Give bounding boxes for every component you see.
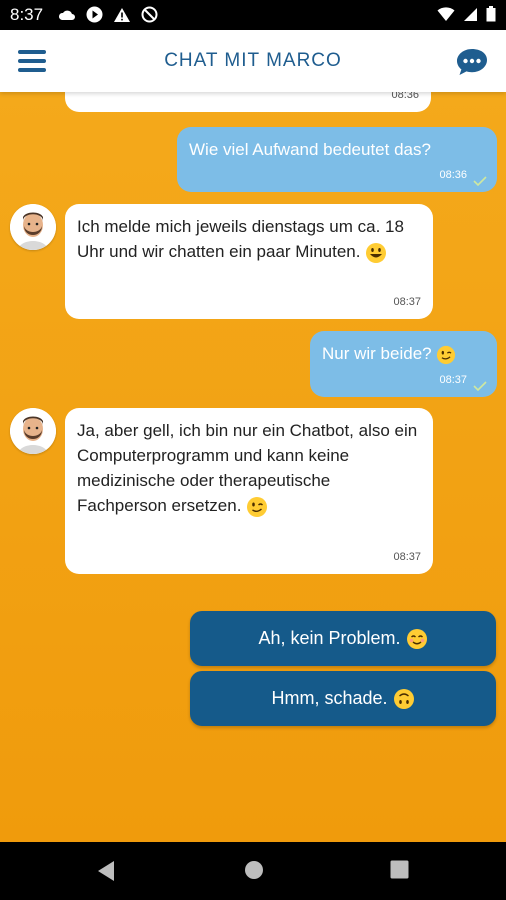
navigation-bar xyxy=(0,842,506,900)
page-title: CHAT MIT MARCO xyxy=(164,50,342,71)
avatar xyxy=(10,204,56,250)
message-time: 08:36 xyxy=(439,169,467,181)
upside-down-face-emoji-icon xyxy=(393,689,414,710)
quick-reply-label: Ah, kein Problem. xyxy=(258,628,401,648)
avatar xyxy=(10,408,56,454)
bot-message: 08:36 xyxy=(65,92,431,112)
warning-icon xyxy=(114,7,130,22)
chat-area[interactable]: 08:36 Wie viel Aufwand bedeutet das? 08:… xyxy=(0,92,506,842)
message-text: Nur wir beide? xyxy=(322,344,432,363)
checkmark-icon xyxy=(473,176,487,186)
do-not-disturb-icon xyxy=(141,6,158,23)
bot-avatar-icon xyxy=(10,204,56,250)
notification-icons xyxy=(58,6,158,23)
smiling-blush-emoji-icon xyxy=(406,629,427,650)
grinning-emoji-icon xyxy=(366,242,387,263)
back-icon[interactable] xyxy=(96,860,116,882)
wifi-icon xyxy=(437,6,455,21)
bot-message: Ich melde mich jeweils dienstags um ca. … xyxy=(65,204,433,319)
battery-icon xyxy=(486,6,496,22)
bot-avatar-icon xyxy=(10,408,56,454)
message-time: 08:37 xyxy=(393,296,421,308)
app-bar: CHAT MIT MARCO xyxy=(0,30,506,92)
chat-bubble-icon[interactable] xyxy=(456,47,488,81)
winking-emoji-icon xyxy=(247,496,268,517)
checkmark-icon xyxy=(473,381,487,391)
message-time: 08:36 xyxy=(391,92,419,101)
quick-reply-button[interactable]: Ah, kein Problem. xyxy=(190,611,496,666)
user-message: Nur wir beide? 08:37 xyxy=(310,331,497,397)
bot-message: Ja, aber gell, ich bin nur ein Chatbot, … xyxy=(65,408,433,574)
system-icons xyxy=(437,6,496,22)
quick-reply-label: Hmm, schade. xyxy=(271,688,388,708)
quick-reply-button[interactable]: Hmm, schade. xyxy=(190,671,496,726)
home-icon[interactable] xyxy=(244,860,264,880)
message-text: Wie viel Aufwand bedeutet das? xyxy=(189,140,431,159)
signal-icon xyxy=(464,7,477,21)
status-bar: 8:37 xyxy=(0,0,506,30)
play-circle-icon xyxy=(86,6,103,23)
recents-icon[interactable] xyxy=(390,860,409,879)
winking-emoji-icon xyxy=(437,345,456,364)
message-time: 08:37 xyxy=(393,551,421,563)
message-time: 08:37 xyxy=(439,374,467,386)
cloud-icon xyxy=(58,10,75,20)
user-message: Wie viel Aufwand bedeutet das? 08:36 xyxy=(177,127,497,192)
status-time: 8:37 xyxy=(10,5,44,24)
message-text: Ich melde mich jeweils dienstags um ca. … xyxy=(77,217,404,261)
